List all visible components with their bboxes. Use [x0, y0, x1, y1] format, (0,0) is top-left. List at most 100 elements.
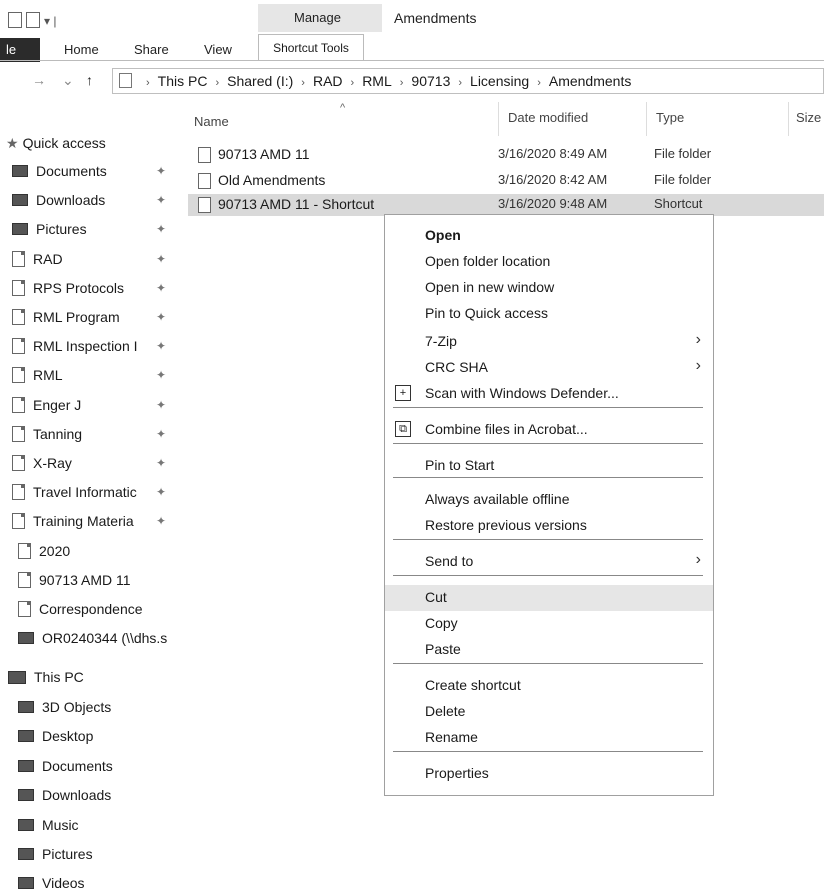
menu-item-pin-to-start[interactable]: Pin to Start — [385, 453, 713, 479]
menu-item-paste[interactable]: Paste — [385, 637, 713, 663]
tab-shortcut-tools[interactable]: Shortcut Tools — [258, 34, 364, 61]
crumb-this-pc[interactable]: This PC — [158, 73, 208, 89]
tab-view[interactable]: View — [204, 42, 232, 57]
menu-item-label: Open folder location — [425, 253, 551, 269]
menu-item-cut[interactable]: Cut — [385, 585, 713, 611]
sidebar-item-pc-videos[interactable]: Videos — [18, 870, 85, 896]
sidebar-item-rml[interactable]: RML — [12, 362, 63, 388]
menu-item-7-zip[interactable]: 7-Zip › — [385, 329, 713, 355]
menu-item-crc-sha[interactable]: CRC SHA › — [385, 355, 713, 381]
breadcrumb-separator: › — [399, 77, 404, 89]
pin-icon[interactable]: ✦ — [156, 485, 166, 499]
sidebar-item-2020[interactable]: 2020 — [18, 538, 70, 564]
menu-item-rename[interactable]: Rename — [385, 725, 713, 751]
menu-item-always-available-offline[interactable]: Always available offline — [385, 487, 713, 513]
column-divider[interactable] — [646, 102, 647, 136]
column-divider[interactable] — [498, 102, 499, 136]
pin-icon[interactable]: ✦ — [156, 252, 166, 266]
pin-icon[interactable]: ✦ — [156, 193, 166, 207]
pictures-icon — [18, 848, 34, 860]
sidebar-item-enger-j[interactable]: Enger J — [12, 392, 81, 418]
menu-item-scan-with-windows-defender[interactable]: + Scan with Windows Defender... — [385, 381, 713, 407]
menu-item-copy[interactable]: Copy — [385, 611, 713, 637]
folder-icon — [12, 338, 25, 355]
menu-item-send-to[interactable]: Send to › — [385, 549, 713, 575]
sidebar-item-label: Pictures — [36, 221, 87, 238]
sidebar-item-pictures[interactable]: Pictures — [12, 216, 87, 242]
sidebar-item-tanning[interactable]: Tanning — [12, 421, 82, 447]
column-type[interactable]: Type — [656, 110, 684, 125]
customize-toolbar-icon[interactable]: ▾ | — [44, 14, 56, 28]
file-date-modified: 3/16/2020 8:42 AM — [498, 172, 608, 187]
sidebar-item-pc-music[interactable]: Music — [18, 812, 79, 838]
pin-icon[interactable]: ✦ — [156, 310, 166, 324]
sidebar-quick-access[interactable]: ★ Quick access — [6, 130, 106, 156]
properties-icon[interactable] — [8, 12, 22, 28]
column-name[interactable]: Name — [194, 114, 229, 129]
new-folder-icon[interactable] — [26, 12, 40, 28]
crumb-rad[interactable]: RAD — [313, 73, 343, 89]
crumb-90713[interactable]: 90713 — [411, 73, 450, 89]
tab-home[interactable]: Home — [64, 42, 99, 57]
menu-item-delete[interactable]: Delete — [385, 699, 713, 725]
sidebar-item-label: 2020 — [39, 543, 71, 559]
sidebar-item-downloads[interactable]: Downloads — [12, 187, 105, 213]
sidebar-item-pc-desktop[interactable]: Desktop — [18, 723, 93, 749]
sidebar-item-label: Documents — [42, 757, 113, 774]
up-arrow-icon[interactable]: ↑ — [86, 72, 93, 88]
menu-item-create-shortcut[interactable]: Create shortcut — [385, 673, 713, 699]
menu-item-label: Copy — [425, 615, 458, 631]
sidebar-this-pc[interactable]: This PC — [8, 664, 84, 690]
pin-icon[interactable]: ✦ — [156, 222, 166, 236]
sidebar-item-pc-documents[interactable]: Documents — [18, 753, 113, 779]
sidebar-item-rps-protocols[interactable]: RPS Protocols — [12, 275, 124, 301]
menu-item-open-in-new-window[interactable]: Open in new window — [385, 275, 713, 301]
sidebar-item-rml-program[interactable]: RML Program — [12, 304, 120, 330]
sidebar-item-training-materia[interactable]: Training Materia — [12, 508, 134, 534]
back-arrow-icon[interactable]: → — [32, 72, 46, 88]
sidebar-item-x-ray[interactable]: X-Ray — [12, 450, 72, 476]
documents-icon — [12, 165, 28, 177]
tab-file[interactable]: le — [0, 38, 40, 62]
sidebar-item-rad[interactable]: RAD — [12, 246, 63, 272]
crumb-amendments[interactable]: Amendments — [549, 73, 631, 89]
file-row[interactable]: Old Amendments 3/16/2020 8:42 AM File fold… — [188, 170, 824, 192]
sidebar-item-or0240344-dhs-s[interactable]: OR0240344 (\\dhs.s — [18, 625, 167, 651]
pin-icon[interactable]: ✦ — [156, 398, 166, 412]
column-divider[interactable] — [788, 102, 789, 136]
pin-icon[interactable]: ✦ — [156, 339, 166, 353]
file-row[interactable]: 90713 AMD 11 3/16/2020 8:49 AM File folder — [188, 144, 824, 166]
pin-icon[interactable]: ✦ — [156, 456, 166, 470]
pin-icon[interactable]: ✦ — [156, 281, 166, 295]
sidebar-item-correspondence[interactable]: Correspondence — [18, 596, 143, 622]
file-name: 90713 AMD 11 - Shortcut — [218, 196, 375, 212]
crumb-licensing[interactable]: Licensing — [470, 73, 529, 89]
sidebar-item-pc-3d-objects[interactable]: 3D Objects — [18, 694, 111, 720]
pin-icon[interactable]: ✦ — [156, 368, 166, 382]
pictures-icon — [12, 223, 28, 236]
file-row[interactable]: 90713 AMD 11 - Shortcut 3/16/2020 9:48 AM… — [188, 194, 824, 216]
folder-icon — [12, 396, 25, 413]
menu-item-properties[interactable]: Properties — [385, 761, 713, 787]
recent-locations-icon[interactable]: ⌄ — [62, 72, 74, 89]
pin-icon[interactable]: ✦ — [156, 427, 166, 441]
sidebar-item-rml-inspection-i[interactable]: RML Inspection I — [12, 333, 138, 359]
column-size[interactable]: Size — [796, 110, 821, 125]
sidebar-item-pc-downloads[interactable]: Downloads — [18, 782, 111, 808]
menu-item-open-folder-location[interactable]: Open folder location — [385, 249, 713, 275]
pin-icon[interactable]: ✦ — [156, 164, 166, 178]
sidebar-item-travel-informatic[interactable]: Travel Informatic — [12, 479, 137, 505]
menu-item-combine-files-in-acrobat[interactable]: ⧉ Combine files in Acrobat... — [385, 417, 713, 443]
pin-icon[interactable]: ✦ — [156, 514, 166, 528]
address-bar[interactable]: › This PC › Shared (I:) › RAD › RML › 90713 › Licen… — [112, 68, 824, 94]
menu-item-open[interactable]: Open — [385, 223, 713, 249]
menu-item-pin-to-quick-access[interactable]: Pin to Quick access — [385, 301, 713, 327]
sidebar-item-pc-pictures[interactable]: Pictures — [18, 841, 93, 867]
sidebar-item-documents[interactable]: Documents — [12, 158, 107, 184]
menu-item-restore-previous-versions[interactable]: Restore previous versions — [385, 513, 713, 539]
sidebar-item-90713-amd-11[interactable]: 90713 AMD 11 — [18, 567, 131, 593]
column-date-modified[interactable]: Date modified — [508, 110, 588, 125]
crumb-shared[interactable]: Shared (I:) — [227, 73, 293, 89]
tab-share[interactable]: Share — [134, 42, 169, 57]
crumb-rml[interactable]: RML — [362, 73, 392, 89]
